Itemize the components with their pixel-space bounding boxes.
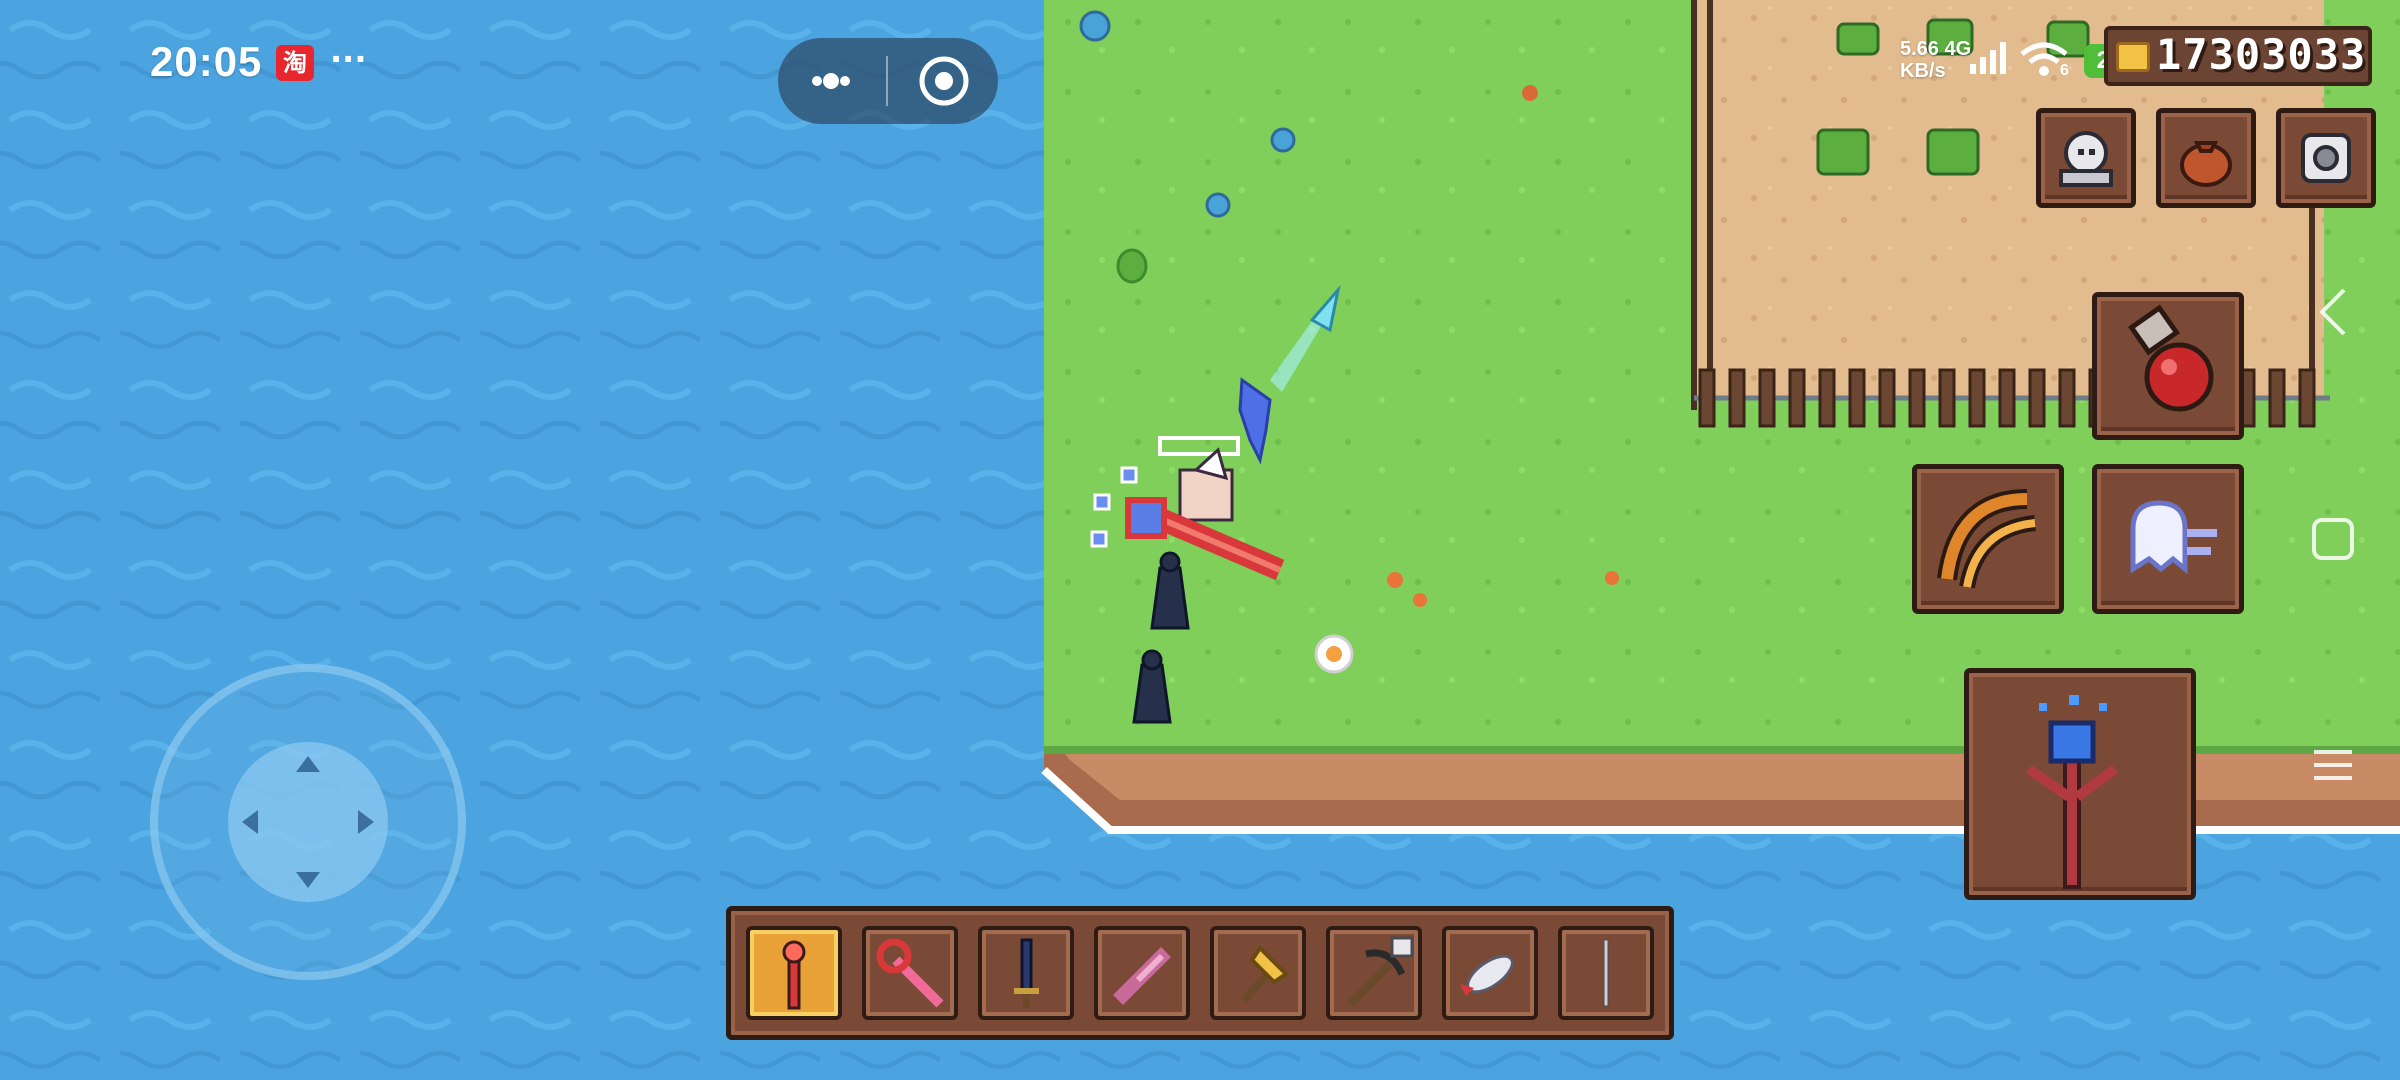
coin-icon — [2116, 42, 2150, 72]
ghost-skill-button[interactable] — [2092, 464, 2244, 614]
capsule-divider — [886, 56, 888, 106]
joystick-arrows-icon — [242, 756, 374, 888]
settings-button[interactable] — [2276, 108, 2376, 208]
hotbar-slot-8[interactable] — [1558, 926, 1654, 1020]
thin-spear-icon — [1603, 939, 1609, 1007]
hotbar-slot-2[interactable] — [862, 926, 958, 1020]
claw-skill-button[interactable] — [1912, 464, 2064, 614]
more-dots-icon[interactable] — [800, 50, 862, 112]
hotbar-slot-5[interactable] — [1210, 926, 1306, 1020]
coin-value: 17303033 — [2156, 30, 2367, 79]
signal-icon — [1970, 42, 2006, 74]
wifi-label: 6 — [2060, 62, 2069, 79]
status-time: 20:05 — [150, 38, 263, 85]
crystal-shotgun-icon — [1113, 947, 1171, 1005]
target-close-icon[interactable] — [913, 50, 975, 112]
character-button[interactable] — [2036, 108, 2136, 208]
dark-sword-icon — [1014, 938, 1039, 1008]
net-speed-unit: KB/s — [1900, 60, 1946, 82]
home-icon[interactable] — [2310, 516, 2356, 562]
claw-dash-icon — [1937, 489, 2037, 589]
hotbar-slot-3[interactable] — [978, 926, 1074, 1020]
hotbar-slot-1[interactable] — [746, 926, 842, 1020]
golden-axe-icon — [1241, 944, 1290, 1003]
back-icon[interactable] — [2316, 286, 2352, 338]
ice-staff-icon — [2026, 695, 2118, 889]
potion-icon — [2127, 304, 2214, 412]
bag-button[interactable] — [2156, 108, 2256, 208]
fire-staff-icon — [782, 940, 806, 1010]
hotbar-slot-7[interactable] — [1442, 926, 1538, 1020]
fish-item-icon — [1460, 954, 1514, 996]
network-speed: 5.66 4G KB/s — [1900, 38, 1971, 82]
settings-icon — [2301, 133, 2351, 183]
recents-icon[interactable] — [2310, 744, 2356, 786]
notification-more-icon: ··· — [330, 40, 367, 78]
ghost-dash-icon — [2130, 500, 2217, 575]
character-icon — [2059, 131, 2113, 187]
net-speed-value: 5.66 — [1900, 38, 1939, 60]
potion-button[interactable] — [2092, 292, 2244, 440]
hotbar-slot-6[interactable] — [1326, 926, 1422, 1020]
bag-icon — [2180, 141, 2232, 187]
taobao-icon: 淘 — [276, 45, 314, 81]
pickaxe-locked-icon — [1347, 936, 1414, 1007]
magic-wand-icon — [876, 938, 944, 1008]
hotbar-slot-4[interactable] — [1094, 926, 1190, 1020]
equipped-weapon-button[interactable] — [1964, 668, 2196, 900]
